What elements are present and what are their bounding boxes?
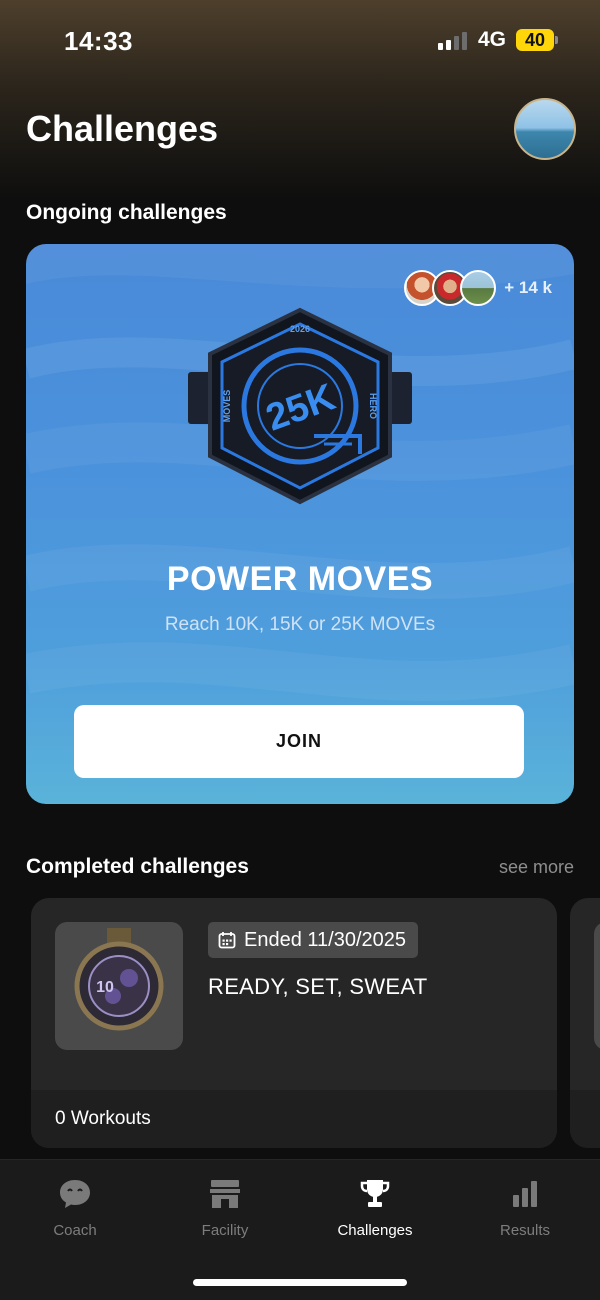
tab-label: Results — [499, 1222, 551, 1239]
challenge-name: POWER MOVES — [166, 560, 434, 598]
ongoing-section-title: Ongoing challenges — [26, 201, 227, 224]
status-time: 14:33 — [64, 26, 133, 56]
tab-label: Coach — [53, 1222, 97, 1239]
participant-avatar — [460, 270, 497, 306]
badge-left: MOVES — [222, 390, 232, 423]
medal-icon: 10 — [74, 928, 164, 1031]
tab-challenges[interactable]: Challenges — [300, 1160, 450, 1260]
svg-text:10: 10 — [96, 979, 114, 996]
next-completed-card-peek[interactable] — [570, 898, 600, 1148]
home-indicator — [193, 1279, 407, 1286]
see-more-link[interactable]: see more — [499, 857, 574, 878]
challenge-subtitle: Reach 10K, 15K or 25K MOVEs — [164, 614, 436, 635]
badge-year: 2026 — [290, 324, 310, 334]
page-title: Challenges — [26, 108, 219, 149]
storefront-icon — [210, 1180, 240, 1208]
battery-icon: 40 — [516, 29, 554, 51]
card-footer — [570, 1090, 600, 1148]
join-button[interactable]: JOIN — [74, 705, 524, 778]
network-type: 4G — [478, 28, 507, 51]
badge-right: HERO — [368, 393, 378, 419]
signal-icon — [438, 32, 467, 50]
completed-challenge-card[interactable]: 10 Ended 11/30/2025 READY, SET, SWEAT 0 … — [31, 898, 557, 1148]
completed-section-title: Completed challenges — [26, 855, 249, 878]
calendar-icon — [218, 932, 236, 949]
challenge-badge-icon: 2026 25K MOVES HERO — [188, 307, 412, 505]
ongoing-challenge-card[interactable]: + 14 k 2026 25K MOVES HERO POWER MOVES R… — [26, 244, 574, 804]
chat-bubble-icon — [60, 1180, 90, 1208]
participants-count: + 14 k — [504, 278, 552, 297]
status-bar: 14:33 4G 40 — [0, 0, 600, 80]
ended-date-text: Ended 11/30/2025 — [244, 928, 407, 951]
trophy-icon — [360, 1180, 390, 1207]
tab-results[interactable]: Results — [450, 1160, 600, 1260]
profile-avatar[interactable] — [514, 98, 576, 160]
tab-facility[interactable]: Facility — [150, 1160, 300, 1260]
medal-thumbnail — [594, 922, 600, 1050]
tab-label: Challenges — [337, 1222, 413, 1239]
tab-label: Facility — [201, 1222, 249, 1239]
workouts-count: 0 Workouts — [55, 1108, 151, 1129]
tab-coach[interactable]: Coach — [0, 1160, 150, 1260]
completed-challenge-title: READY, SET, SWEAT — [208, 974, 428, 999]
battery-tip — [555, 36, 558, 44]
participants-group: + 14 k — [404, 270, 552, 306]
medal-thumbnail: 10 — [55, 922, 183, 1050]
bar-chart-icon — [513, 1181, 537, 1207]
ended-date-badge: Ended 11/30/2025 — [208, 922, 419, 958]
